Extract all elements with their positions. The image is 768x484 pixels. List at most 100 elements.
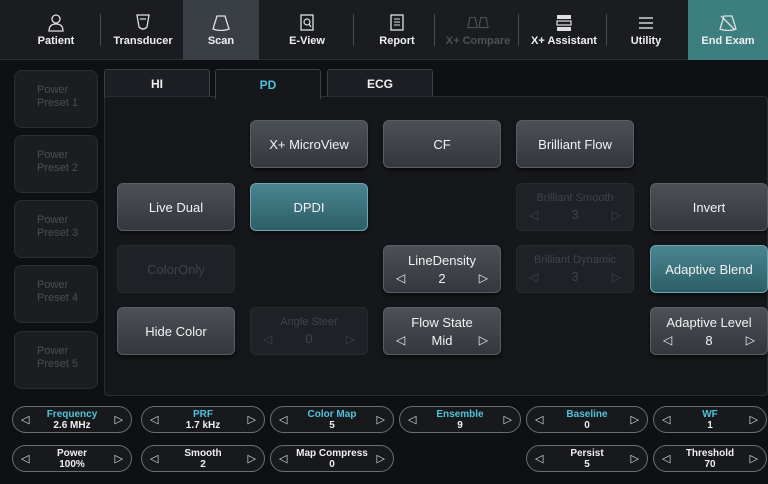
patient-button[interactable]: Patient xyxy=(14,0,98,60)
ensemble-param[interactable]: ◁ Ensemble 9 ▷ xyxy=(399,406,521,433)
increase-icon: ▷ xyxy=(345,331,355,346)
brilliant-dynamic-value: 3 xyxy=(571,269,579,284)
decrease-icon[interactable]: ◁ xyxy=(535,452,543,465)
invert-button[interactable]: Invert xyxy=(650,183,768,231)
decrease-icon[interactable]: ◁ xyxy=(150,413,158,426)
decrease-icon[interactable]: ◁ xyxy=(662,452,670,465)
flow-state-control[interactable]: Flow State ◁ Mid ▷ xyxy=(383,307,501,355)
decrease-icon: ◁ xyxy=(529,269,539,284)
increase-icon[interactable]: ▷ xyxy=(248,413,256,426)
increase-icon[interactable]: ▷ xyxy=(377,413,385,426)
patient-label: Patient xyxy=(37,35,75,47)
param-value: 0 xyxy=(584,419,590,431)
preset-line2: Preset 3 xyxy=(37,227,78,239)
decrease-icon[interactable]: ◁ xyxy=(279,452,287,465)
param-value: 70 xyxy=(704,458,716,470)
preset-line2: Preset 4 xyxy=(37,292,78,304)
preset-line1: Power xyxy=(37,214,69,226)
adaptive-blend-button[interactable]: Adaptive Blend xyxy=(650,245,768,293)
increase-icon[interactable]: ▷ xyxy=(631,452,639,465)
decrease-icon[interactable]: ◁ xyxy=(535,413,543,426)
transducer-label: Transducer xyxy=(113,35,173,47)
dpdi-button[interactable]: DPDI xyxy=(250,183,368,231)
increase-icon[interactable]: ▷ xyxy=(479,333,488,347)
cf-button[interactable]: CF xyxy=(383,120,501,168)
report-button[interactable]: Report xyxy=(362,0,432,60)
utility-button[interactable]: Utility xyxy=(612,0,680,60)
assistant-label: X+ Assistant xyxy=(531,35,597,47)
decrease-icon[interactable]: ◁ xyxy=(150,452,158,465)
tab-pd[interactable]: PD xyxy=(215,69,321,99)
param-name: Ensemble xyxy=(436,408,484,420)
color-map-param[interactable]: ◁ Color Map 5 ▷ xyxy=(270,406,394,433)
decrease-icon[interactable]: ◁ xyxy=(408,413,416,426)
assistant-icon xyxy=(553,13,575,33)
preset-line2: Preset 1 xyxy=(37,97,78,109)
transducer-button[interactable]: Transducer xyxy=(108,0,178,60)
param-value: 100% xyxy=(59,458,85,470)
wf-param[interactable]: ◁ WF 1 ▷ xyxy=(653,406,767,433)
microview-button[interactable]: X+ MicroView xyxy=(250,120,368,168)
preset-line1: Power xyxy=(37,345,69,357)
eview-button[interactable]: E-View xyxy=(272,0,342,60)
microview-label: X+ MicroView xyxy=(269,136,349,152)
decrease-icon[interactable]: ◁ xyxy=(662,413,670,426)
scan-button[interactable]: Scan xyxy=(183,0,259,60)
param-name: PRF xyxy=(193,408,213,420)
tab-hi[interactable]: HI xyxy=(104,69,210,98)
magnify-document-icon xyxy=(296,13,318,33)
live-dual-button[interactable]: Live Dual xyxy=(117,183,235,231)
increase-icon: ▷ xyxy=(611,269,621,284)
decrease-icon[interactable]: ◁ xyxy=(396,333,405,347)
param-name: WF xyxy=(702,408,718,420)
tab-ecg[interactable]: ECG xyxy=(327,69,433,98)
power-param[interactable]: ◁ Power 100% ▷ xyxy=(12,445,132,472)
increase-icon[interactable]: ▷ xyxy=(750,413,758,426)
brilliant-smooth-value: 3 xyxy=(571,207,579,222)
hide-color-button[interactable]: Hide Color xyxy=(117,307,235,355)
param-value: 0 xyxy=(329,458,335,470)
decrease-icon[interactable]: ◁ xyxy=(663,333,672,347)
map-compress-param[interactable]: ◁ Map Compress 0 ▷ xyxy=(270,445,394,472)
baseline-param[interactable]: ◁ Baseline 0 ▷ xyxy=(526,406,648,433)
preset-line1: Power xyxy=(37,279,69,291)
increase-icon[interactable]: ▷ xyxy=(248,452,256,465)
menu-icon xyxy=(635,13,657,33)
preset-line2: Preset 5 xyxy=(37,358,78,370)
line-density-label: LineDensity xyxy=(408,252,476,268)
top-toolbar: Patient Transducer Scan E-View Report X+… xyxy=(0,0,768,60)
persist-param[interactable]: ◁ Persist 5 ▷ xyxy=(526,445,648,472)
adaptive-level-control[interactable]: Adaptive Level ◁ 8 ▷ xyxy=(650,307,768,355)
param-name: Color Map xyxy=(307,408,357,420)
decrease-icon[interactable]: ◁ xyxy=(21,452,29,465)
increase-icon[interactable]: ▷ xyxy=(631,413,639,426)
increase-icon[interactable]: ▷ xyxy=(377,452,385,465)
line-density-control[interactable]: LineDensity ◁ 2 ▷ xyxy=(383,245,501,293)
decrease-icon[interactable]: ◁ xyxy=(396,271,405,285)
prf-param[interactable]: ◁ PRF 1.7 kHz ▷ xyxy=(141,406,265,433)
end-exam-icon xyxy=(717,13,739,33)
adaptive-level-label: Adaptive Level xyxy=(666,314,752,330)
increase-icon[interactable]: ▷ xyxy=(479,271,488,285)
assistant-button[interactable]: X+ Assistant xyxy=(524,0,604,60)
end-exam-label: End Exam xyxy=(701,35,755,47)
increase-icon[interactable]: ▷ xyxy=(115,452,123,465)
decrease-icon[interactable]: ◁ xyxy=(21,413,29,426)
frequency-param[interactable]: ◁ Frequency 2.6 MHz ▷ xyxy=(12,406,132,433)
end-exam-button[interactable]: End Exam xyxy=(688,0,768,60)
increase-icon[interactable]: ▷ xyxy=(115,413,123,426)
decrease-icon[interactable]: ◁ xyxy=(279,413,287,426)
param-value: 1 xyxy=(707,419,713,431)
smooth-param[interactable]: ◁ Smooth 2 ▷ xyxy=(141,445,265,472)
param-name: Frequency xyxy=(46,408,98,420)
threshold-param[interactable]: ◁ Threshold 70 ▷ xyxy=(653,445,767,472)
brilliant-flow-button[interactable]: Brilliant Flow xyxy=(516,120,634,168)
increase-icon[interactable]: ▷ xyxy=(746,333,755,347)
live-dual-label: Live Dual xyxy=(148,199,204,215)
increase-icon[interactable]: ▷ xyxy=(504,413,512,426)
increase-icon[interactable]: ▷ xyxy=(750,452,758,465)
param-value: 2 xyxy=(200,458,206,470)
power-preset-4: Power Preset 4 xyxy=(14,265,98,323)
utility-label: Utility xyxy=(630,35,662,47)
adaptive-blend-label: Adaptive Blend xyxy=(665,261,753,277)
